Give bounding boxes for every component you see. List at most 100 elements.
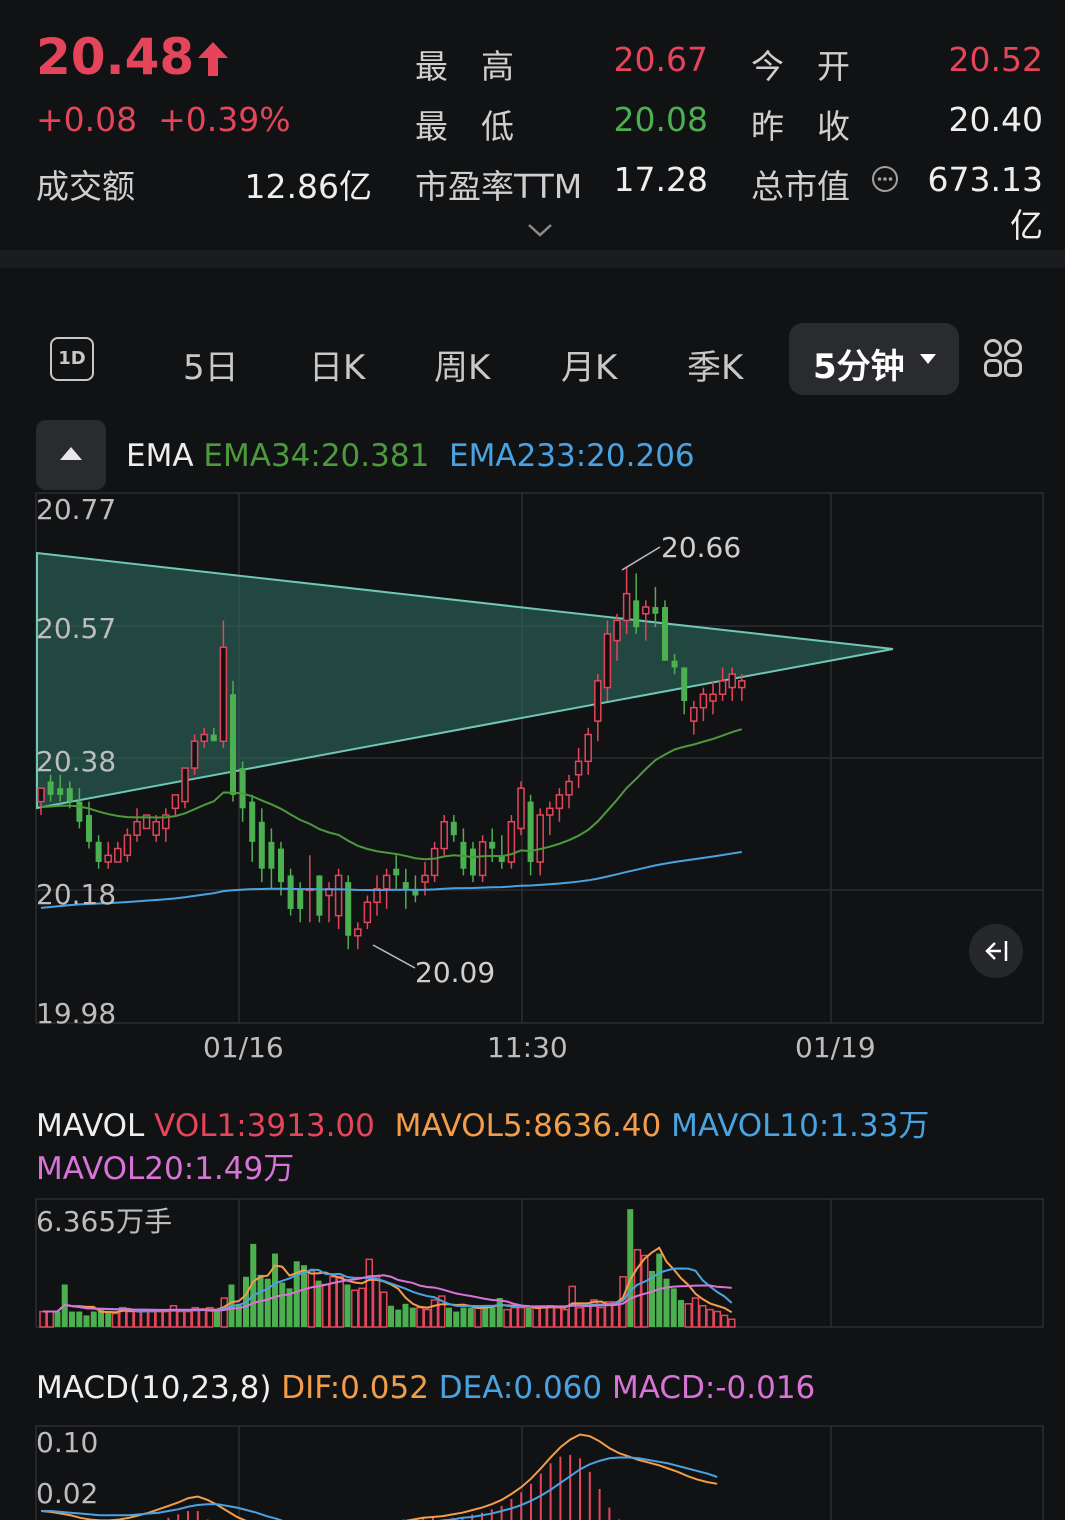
tab-5day[interactable]: 5日 — [183, 340, 239, 389]
candle — [190, 734, 199, 775]
candlestick-chart[interactable] — [0, 490, 1065, 1070]
tab-quarterly-k[interactable]: 季K — [687, 340, 743, 389]
candle — [450, 815, 457, 842]
grid-layout-icon[interactable] — [983, 338, 1023, 378]
ema233-line — [40, 850, 742, 909]
volume-bar — [198, 1308, 207, 1328]
volume-bar — [155, 1310, 163, 1328]
candle — [230, 680, 236, 802]
volume-bar — [575, 1306, 584, 1328]
macd-frame — [35, 1425, 1044, 1520]
ema233-value: EMA233:20.206 — [449, 438, 695, 474]
tab-daily-k[interactable]: 日K — [309, 340, 365, 389]
y-tick-1: 20.77 — [36, 493, 117, 526]
volume-bar — [344, 1284, 351, 1327]
volume-bar — [720, 1314, 729, 1328]
volume-bar — [351, 1289, 359, 1328]
expand-chevron-icon[interactable] — [527, 222, 553, 242]
candle — [430, 841, 439, 883]
volume-bar — [532, 1306, 540, 1328]
volume-bar — [482, 1305, 489, 1327]
volume-bar — [39, 1310, 47, 1328]
low-annotation: 20.09 — [415, 956, 496, 989]
market-cap-value: 673.13亿 — [927, 160, 1043, 245]
volume-bar — [372, 1276, 381, 1328]
macd-title: MACD(10,23,8) — [36, 1370, 272, 1406]
volume-bar — [184, 1310, 192, 1328]
back-to-latest-icon — [985, 941, 1008, 961]
prev-close-label: 昨 收 — [751, 107, 850, 146]
volume-bar — [670, 1288, 677, 1327]
macd-tick-1: 0.10 — [36, 1426, 99, 1459]
volume-bar — [380, 1291, 388, 1328]
candle — [536, 808, 544, 876]
candle — [565, 774, 573, 809]
caret-down-icon — [920, 354, 936, 364]
change-amount: +0.08 — [36, 100, 138, 139]
y-tick-4: 20.18 — [36, 878, 117, 911]
high-label: 最 高 — [415, 47, 514, 86]
candle — [325, 882, 333, 923]
volume-bar — [561, 1308, 569, 1328]
up-arrow-icon — [196, 40, 230, 87]
prev-close-value: 20.40 — [948, 100, 1043, 139]
candle — [546, 801, 554, 836]
macd-value: MACD:-0.016 — [611, 1370, 816, 1406]
volume-bar — [489, 1307, 496, 1327]
candle — [345, 875, 352, 950]
volume-bar — [220, 1297, 228, 1328]
volume-bar — [663, 1278, 670, 1327]
ema-title: EMA — [126, 438, 194, 474]
volume-bar — [554, 1306, 562, 1328]
high-value: 20.67 — [613, 40, 708, 79]
volume-bar — [365, 1258, 373, 1328]
volume-bar — [90, 1311, 97, 1327]
candle — [699, 687, 708, 722]
tab-5min-dropdown[interactable]: 5分钟 — [789, 323, 959, 395]
x-tick-1: 01/16 — [203, 1031, 284, 1064]
high-marker-line — [621, 546, 661, 571]
candle — [584, 727, 592, 775]
volume-bar — [728, 1318, 736, 1328]
high-annotation: 20.66 — [661, 531, 742, 564]
intraday-tab-icon[interactable]: 1D — [50, 337, 94, 381]
volume-bar — [691, 1297, 700, 1328]
volume-bar — [402, 1303, 409, 1327]
candle — [133, 808, 141, 842]
mavol-title: MAVOL — [36, 1108, 145, 1144]
candle — [287, 868, 294, 916]
volume-bar — [395, 1309, 402, 1327]
y-tick-3: 20.38 — [36, 745, 117, 778]
candle — [440, 815, 448, 856]
volume-bar — [699, 1304, 707, 1328]
volume-bar — [597, 1306, 605, 1328]
tab-monthly-k[interactable]: 月K — [561, 340, 617, 389]
volume-bar — [627, 1209, 634, 1327]
volume-bar — [496, 1298, 503, 1327]
volume-bar — [105, 1311, 112, 1327]
volume-bar — [409, 1307, 416, 1327]
back-to-latest-button[interactable] — [969, 924, 1023, 978]
macd-chart[interactable] — [0, 1425, 1065, 1520]
triangle-pattern — [36, 551, 894, 810]
volume-bar — [388, 1305, 394, 1327]
volume-bar — [54, 1311, 61, 1327]
volume-bar — [503, 1308, 511, 1328]
volume-bar — [177, 1310, 185, 1328]
volume-bar — [133, 1310, 141, 1328]
tab-weekly-k[interactable]: 周K — [434, 340, 490, 389]
candle — [278, 841, 284, 896]
dif-line — [40, 1433, 718, 1520]
collapse-indicator-button[interactable] — [36, 420, 106, 490]
candle — [470, 841, 476, 883]
mavol-legend: MAVOL VOL1:3913.00 MAVOL5:8636.40 MAVOL1… — [36, 1100, 929, 1145]
volume-bar — [336, 1276, 344, 1328]
volume-bar — [633, 1248, 642, 1328]
candle — [162, 808, 170, 842]
dea-value: DEA:0.060 — [438, 1370, 603, 1406]
volume-bar — [525, 1307, 532, 1327]
ema-legend: EMA EMA34:20.381 EMA233:20.206 — [126, 438, 695, 474]
turnover-value: 12.86亿 — [244, 167, 372, 206]
more-info-icon[interactable] — [871, 165, 899, 197]
section-divider — [0, 250, 1065, 268]
